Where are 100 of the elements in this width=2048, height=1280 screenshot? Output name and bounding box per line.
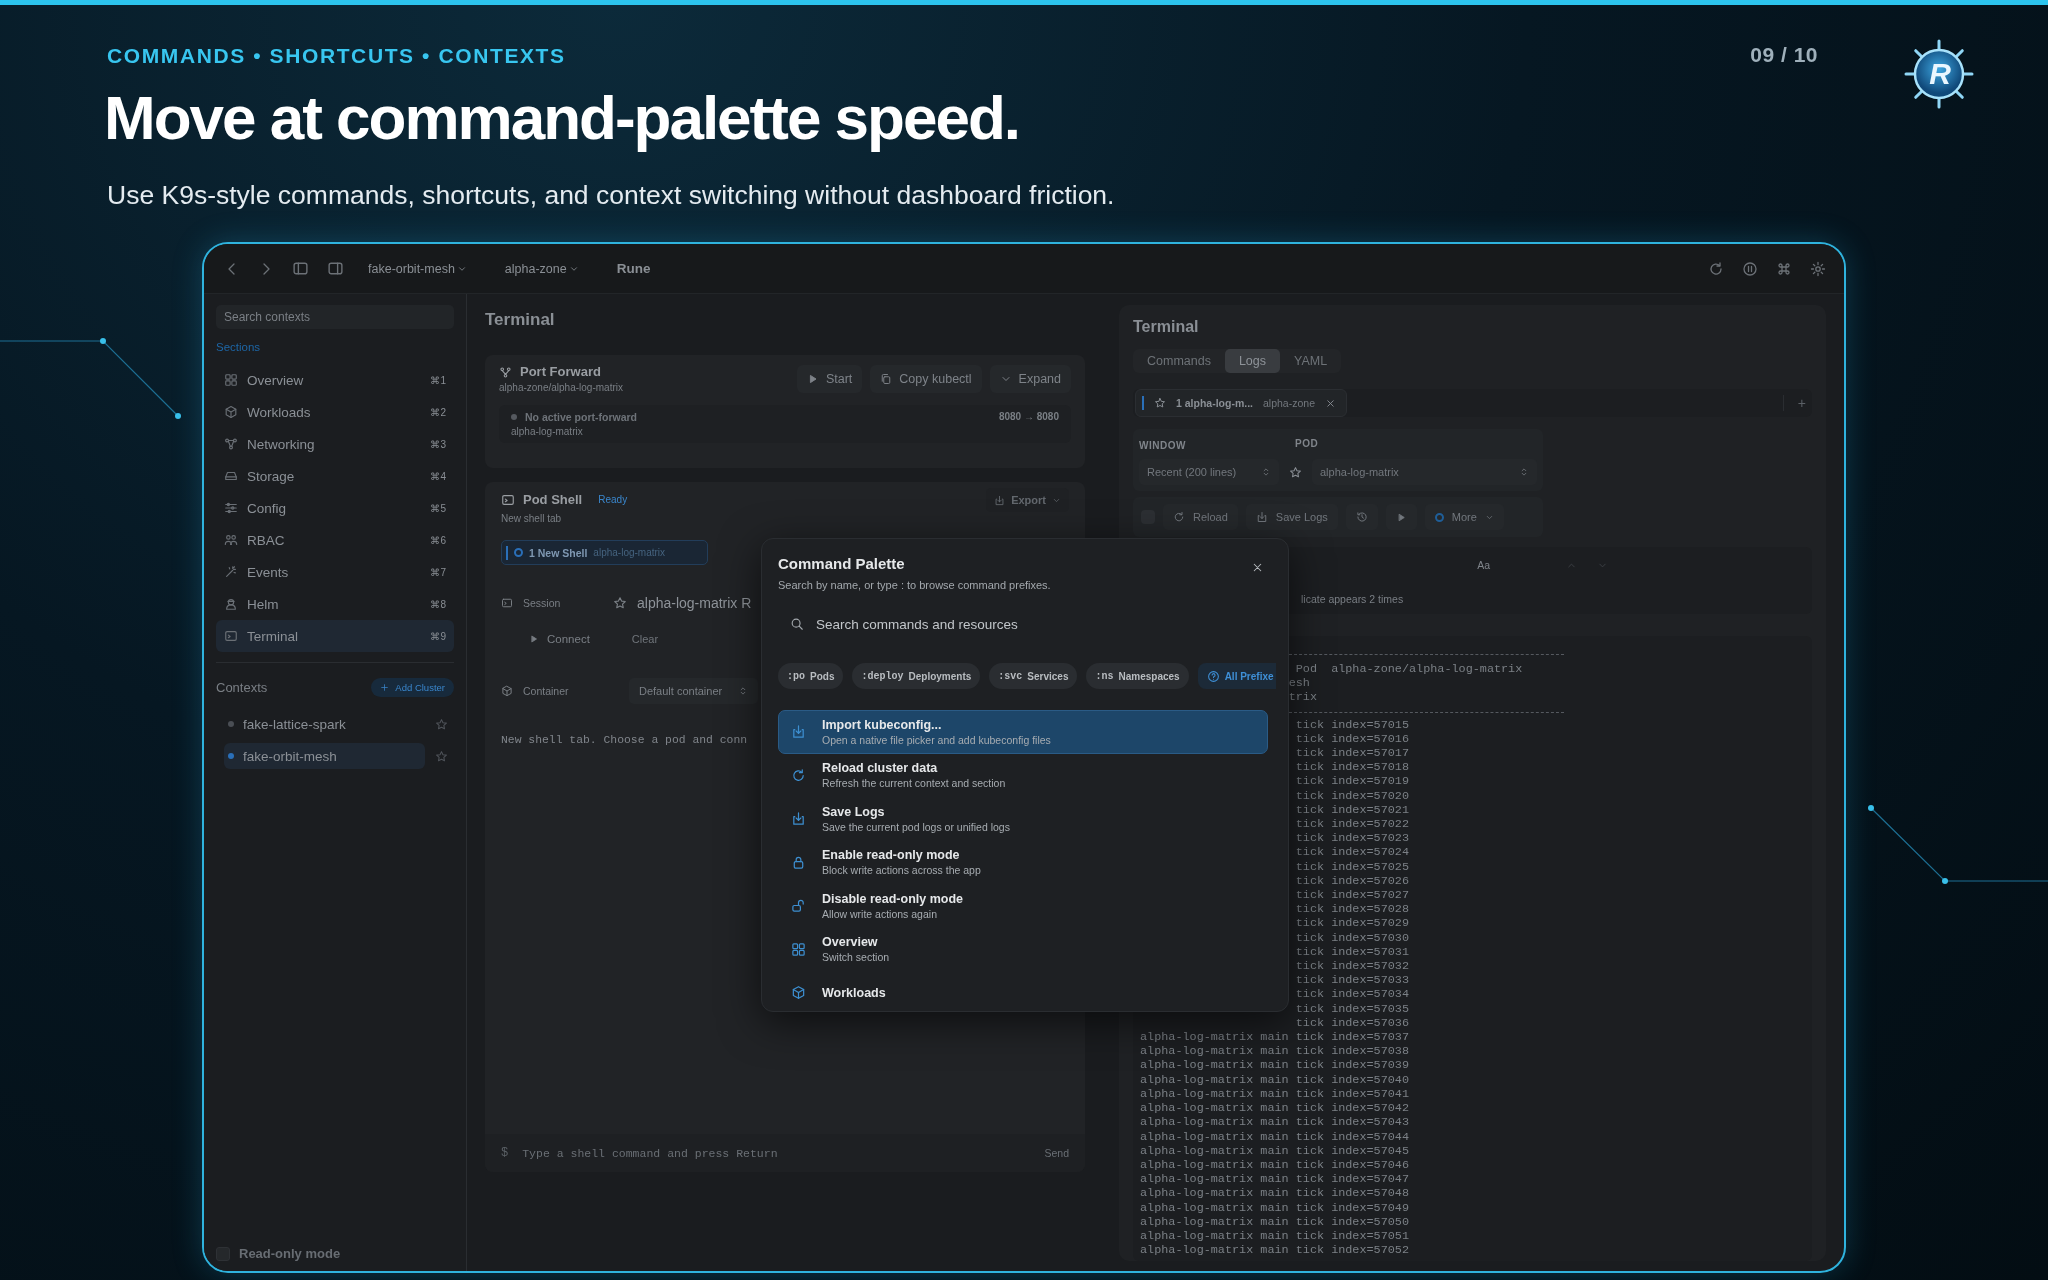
prompt-symbol: $ (501, 1146, 509, 1160)
log-line: tick index=57020 (1295, 788, 1409, 803)
sidebar-item[interactable]: RBAC ⌘6 (216, 524, 454, 556)
log-line: tick index=57019 (1295, 774, 1409, 789)
search-field[interactable]: Search contexts (216, 305, 454, 329)
log-source: alpha-log-matrix main (1140, 1214, 1290, 1229)
tab[interactable]: Logs (1224, 349, 1281, 373)
copy-icon (880, 373, 893, 385)
log-line: tick index=57036 (1295, 1015, 1409, 1031)
sidebar-item[interactable]: Helm ⌘8 (216, 588, 454, 620)
log-header-line: Pod alpha-zone/alpha-log-matrix (1294, 662, 1523, 677)
log-header-line: esh (1288, 676, 1310, 691)
log-line: tick index=57018 (1295, 760, 1409, 775)
log-line: tick index=57025 (1295, 859, 1409, 874)
pod-label: alpha-log-matrix (511, 425, 584, 439)
prefix-chip[interactable]: :svc Services (989, 663, 1078, 689)
log-line: tick index=57023 (1295, 831, 1409, 846)
cube-icon (501, 685, 513, 697)
star-icon[interactable] (613, 596, 627, 610)
log-tab[interactable]: 1 alpha-log-m... alpha-zone (1135, 389, 1347, 417)
toolbar-button[interactable]: Copy kubectl (870, 365, 982, 393)
command-item[interactable]: Disable read-only mode Allow write actions again (778, 884, 1268, 928)
terminal-icon (224, 629, 238, 643)
command-item[interactable]: Import kubeconfig... Open a native file picker and add kubeconfig files (778, 710, 1268, 754)
connect-button[interactable]: Connect (517, 625, 602, 653)
kicker: COMMANDS • SHORTCUTS • CONTEXTS (107, 43, 567, 69)
log-source: alpha-log-matrix main (1140, 1228, 1290, 1244)
refresh-icon[interactable] (1708, 260, 1724, 277)
settings-icon[interactable] (1810, 260, 1826, 277)
pause-icon[interactable] (1742, 260, 1758, 277)
add-cluster-button[interactable]: Add Cluster (371, 677, 454, 697)
clear-button[interactable]: Clear (631, 633, 659, 645)
sidebar-item[interactable]: Storage ⌘4 (216, 460, 454, 492)
log-source: alpha-log-matrix main (1140, 1186, 1290, 1201)
log-line: tick index=57029 (1295, 916, 1409, 931)
refresh-icon (791, 767, 806, 783)
command-item[interactable]: Overview Switch section (778, 927, 1268, 971)
shortcut-label: ⌘8 (430, 598, 446, 610)
sidebar-icon[interactable] (292, 260, 309, 277)
context-item[interactable]: fake-lattice-spark (224, 711, 425, 737)
send-button[interactable]: Send (1044, 1147, 1069, 1159)
sidebar-item[interactable]: Overview ⌘1 (216, 364, 454, 396)
sidebar-item[interactable]: Config ⌘5 (216, 492, 454, 524)
shell-tab[interactable]: 1 New Shell alpha-log-matrix (501, 540, 708, 565)
sidebar-item[interactable]: Events ⌘7 (216, 556, 454, 588)
sidebar-item[interactable]: Workloads ⌘2 (216, 396, 454, 428)
nodes-icon (499, 365, 512, 379)
toolbar-button[interactable]: Start (796, 365, 863, 393)
toolbar-button[interactable]: Expand (989, 365, 1071, 393)
sidebar-item[interactable]: Networking ⌘3 (216, 428, 454, 460)
prefix-chip[interactable]: All Prefixe (1197, 663, 1276, 689)
field-label: Container (523, 685, 570, 697)
status-label: Ready (598, 493, 628, 507)
field-caption: WINDOW (1139, 440, 1186, 451)
command-input[interactable]: Type a shell command and press Return (520, 1145, 1033, 1161)
unlock-icon (791, 898, 806, 914)
status-text: No active port-forward (525, 410, 637, 425)
namespace-dropdown[interactable]: alpha-zone (504, 261, 597, 276)
shortcut-label: ⌘1 (430, 374, 446, 386)
log-line: tick index=57045 (1295, 1143, 1409, 1158)
cube-icon (224, 405, 238, 419)
context-dropdown[interactable]: fake-orbit-mesh (368, 261, 485, 276)
command-item[interactable]: Workloads (778, 971, 1268, 1011)
log-line: tick index=57022 (1295, 817, 1409, 832)
command-icon[interactable] (1776, 260, 1792, 277)
panel-title: Terminal (485, 309, 556, 331)
log-line: tick index=57050 (1295, 1214, 1409, 1229)
command-item[interactable]: Reload cluster data Refresh the current context and section (778, 753, 1268, 797)
command-item[interactable]: Enable read-only mode Block write actions across the app (778, 840, 1268, 884)
star-icon[interactable] (1289, 465, 1302, 479)
shortcut-label: ⌘9 (430, 630, 446, 642)
download-icon (791, 811, 806, 827)
command-item[interactable]: Save Logs Save the current pod logs or unified logs (778, 797, 1268, 841)
panel-icon[interactable] (327, 260, 344, 277)
close-icon[interactable] (1325, 397, 1336, 409)
prefix-chip[interactable]: :po Pods (778, 663, 844, 689)
container-select[interactable]: Default container (629, 678, 759, 704)
search-icon (790, 617, 804, 631)
sidebar-item[interactable]: Terminal ⌘9 (216, 620, 454, 652)
prefix-chip[interactable]: :ns Namespaces (1086, 663, 1189, 689)
log-line: tick index=57038 (1295, 1044, 1409, 1059)
logo: R (1903, 38, 1975, 110)
status-dot (511, 414, 517, 420)
star-icon[interactable] (435, 717, 448, 731)
shortcut-label: ⌘5 (430, 502, 446, 514)
context-item[interactable]: fake-orbit-mesh (224, 743, 425, 769)
tab[interactable]: YAML (1280, 349, 1342, 373)
add-tab-button[interactable]: + (1782, 395, 1806, 411)
card-title: Port Forward (520, 363, 601, 381)
slide-title: Move at command-palette speed. (104, 82, 1021, 154)
history-icon (1355, 511, 1368, 523)
drive-icon (224, 469, 238, 483)
prefix-chip[interactable]: :deploy Deployments (852, 663, 981, 689)
plus-icon (380, 682, 390, 692)
tab[interactable]: Commands (1133, 349, 1225, 373)
close-icon[interactable] (1251, 561, 1264, 574)
star-icon[interactable] (435, 749, 448, 763)
log-source: alpha-log-matrix main (1140, 1129, 1290, 1144)
search-field[interactable]: Search commands and resources (814, 615, 1256, 633)
match-case-button[interactable]: Aa (1477, 559, 1490, 571)
